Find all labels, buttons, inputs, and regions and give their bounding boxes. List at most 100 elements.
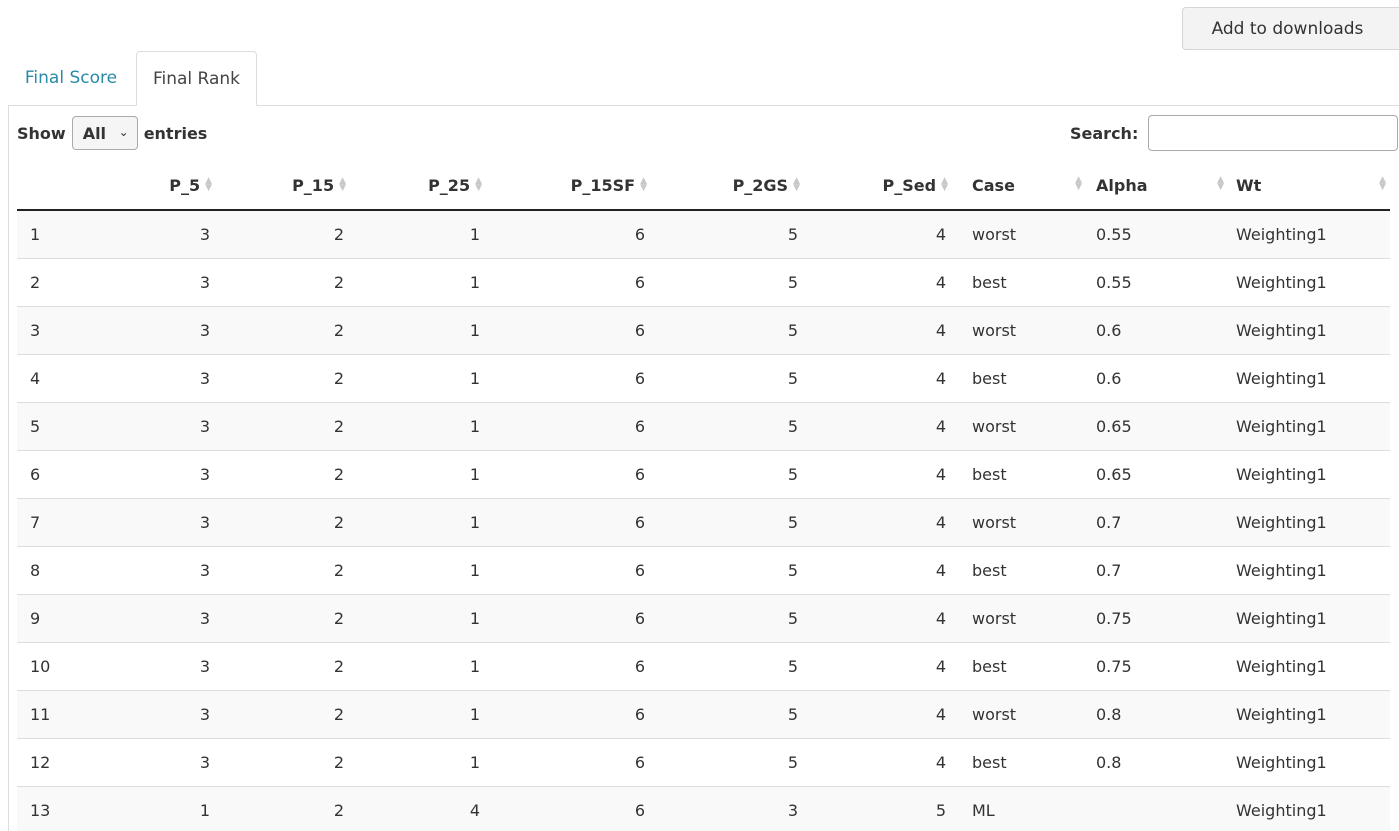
page: Add to downloads Final Score Final Rank … (0, 0, 1399, 831)
cell-p15: 2 (222, 401, 356, 450)
table-row: 7 3 2 1 6 5 4 worst 0.7 Weighting1 (17, 497, 1390, 546)
table-row: 11 3 2 1 6 5 4 worst 0.8 Weighting1 (17, 689, 1390, 738)
cell-index: 7 (17, 497, 121, 546)
cell-case: best (958, 449, 1086, 498)
column-header-wt[interactable]: Wt ▲ ▼ (1228, 161, 1390, 211)
cell-p15: 2 (222, 593, 356, 642)
cell-p2gs: 5 (657, 449, 810, 498)
cell-psed: 4 (810, 641, 958, 690)
table-row: 3 3 2 1 6 5 4 worst 0.6 Weighting1 (17, 305, 1390, 354)
sort-icon: ▲ ▼ (941, 176, 948, 193)
cell-psed: 4 (810, 737, 958, 786)
column-header-alpha[interactable]: Alpha ▲ ▼ (1086, 161, 1228, 211)
cell-p15sf: 6 (492, 785, 657, 831)
cell-p25: 1 (356, 449, 492, 498)
cell-alpha: 0.65 (1086, 401, 1228, 450)
cell-alpha: 0.75 (1086, 593, 1228, 642)
cell-wt: Weighting1 (1228, 305, 1390, 354)
cell-psed: 5 (810, 785, 958, 831)
cell-p15: 2 (222, 497, 356, 546)
cell-p15sf: 6 (492, 449, 657, 498)
column-header-p15[interactable]: P_15 ▲ ▼ (222, 161, 356, 211)
cell-p25: 1 (356, 641, 492, 690)
cell-alpha: 0.55 (1086, 209, 1228, 258)
table-row: 4 3 2 1 6 5 4 best 0.6 Weighting1 (17, 353, 1390, 402)
search-input[interactable] (1148, 115, 1399, 151)
table-row: 5 3 2 1 6 5 4 worst 0.65 Weighting1 (17, 401, 1390, 450)
sort-icon: ▲ ▼ (1379, 175, 1386, 192)
search-control: Search: (1070, 115, 1399, 151)
cell-case: worst (958, 689, 1086, 738)
sort-icon: ▲ ▼ (475, 176, 482, 193)
column-header-p2gs[interactable]: P_2GS ▲ ▼ (657, 161, 810, 211)
table-row: 9 3 2 1 6 5 4 worst 0.75 Weighting1 (17, 593, 1390, 642)
tab-final-rank[interactable]: Final Rank (136, 51, 257, 106)
cell-p25: 1 (356, 401, 492, 450)
cell-wt: Weighting1 (1228, 401, 1390, 450)
table-header-row: P_5 ▲ ▼ P_15 ▲ ▼ P_25 ▲ ▼ P_15SF ▲ ▼ P_2GS ▲ ▼ P_S… (17, 161, 1390, 211)
cell-wt: Weighting1 (1228, 353, 1390, 402)
cell-psed: 4 (810, 209, 958, 258)
table-row: 12 3 2 1 6 5 4 best 0.8 Weighting1 (17, 737, 1390, 786)
cell-index: 4 (17, 353, 121, 402)
cell-p25: 1 (356, 737, 492, 786)
cell-wt: Weighting1 (1228, 209, 1390, 258)
cell-p25: 1 (356, 353, 492, 402)
cell-p25: 1 (356, 497, 492, 546)
cell-p25: 1 (356, 257, 492, 306)
cell-p5: 3 (121, 305, 222, 354)
cell-psed: 4 (810, 353, 958, 402)
cell-index: 2 (17, 257, 121, 306)
table-row: 10 3 2 1 6 5 4 best 0.75 Weighting1 (17, 641, 1390, 690)
cell-index: 13 (17, 785, 121, 831)
column-header-p5[interactable]: P_5 ▲ ▼ (121, 161, 222, 211)
cell-case: best (958, 353, 1086, 402)
cell-p25: 1 (356, 689, 492, 738)
cell-p15sf: 6 (492, 641, 657, 690)
cell-p15sf: 6 (492, 257, 657, 306)
cell-p25: 4 (356, 785, 492, 831)
column-header-psed[interactable]: P_Sed ▲ ▼ (810, 161, 958, 211)
cell-alpha: 0.7 (1086, 497, 1228, 546)
column-header-case[interactable]: Case ▲ ▼ (958, 161, 1086, 211)
cell-alpha: 0.75 (1086, 641, 1228, 690)
add-to-downloads-button[interactable]: Add to downloads (1182, 7, 1399, 50)
cell-alpha: 0.55 (1086, 257, 1228, 306)
column-header-index[interactable] (17, 161, 121, 211)
cell-p5: 3 (121, 641, 222, 690)
entries-length-control: Show All ⌄ entries (17, 115, 207, 151)
entries-select[interactable]: All ⌄ (71, 116, 138, 150)
cell-p5: 3 (121, 401, 222, 450)
sort-icon: ▲ ▼ (1217, 175, 1224, 192)
cell-p25: 1 (356, 305, 492, 354)
show-label: Show (17, 123, 66, 143)
cell-p5: 3 (121, 593, 222, 642)
tab-final-score[interactable]: Final Score (8, 51, 134, 104)
column-header-p25[interactable]: P_25 ▲ ▼ (356, 161, 492, 211)
cell-p5: 3 (121, 545, 222, 594)
cell-p2gs: 5 (657, 401, 810, 450)
cell-wt: Weighting1 (1228, 785, 1390, 831)
cell-p15sf: 6 (492, 545, 657, 594)
cell-p2gs: 5 (657, 593, 810, 642)
cell-case: worst (958, 209, 1086, 258)
cell-p25: 1 (356, 545, 492, 594)
cell-case: worst (958, 401, 1086, 450)
cell-psed: 4 (810, 497, 958, 546)
sort-icon: ▲ ▼ (339, 176, 346, 193)
cell-p15sf: 6 (492, 737, 657, 786)
cell-psed: 4 (810, 593, 958, 642)
cell-p5: 3 (121, 353, 222, 402)
cell-p2gs: 5 (657, 305, 810, 354)
table-row: 1 3 2 1 6 5 4 worst 0.55 Weighting1 (17, 209, 1390, 258)
cell-case: best (958, 545, 1086, 594)
table-row: 8 3 2 1 6 5 4 best 0.7 Weighting1 (17, 545, 1390, 594)
cell-p15sf: 6 (492, 401, 657, 450)
cell-p5: 1 (121, 785, 222, 831)
cell-index: 9 (17, 593, 121, 642)
cell-p15: 2 (222, 641, 356, 690)
cell-case: worst (958, 305, 1086, 354)
rank-table: P_5 ▲ ▼ P_15 ▲ ▼ P_25 ▲ ▼ P_15SF ▲ ▼ P_2GS ▲ ▼ P_S… (17, 161, 1390, 831)
cell-p15: 2 (222, 737, 356, 786)
column-header-p15sf[interactable]: P_15SF ▲ ▼ (492, 161, 657, 211)
